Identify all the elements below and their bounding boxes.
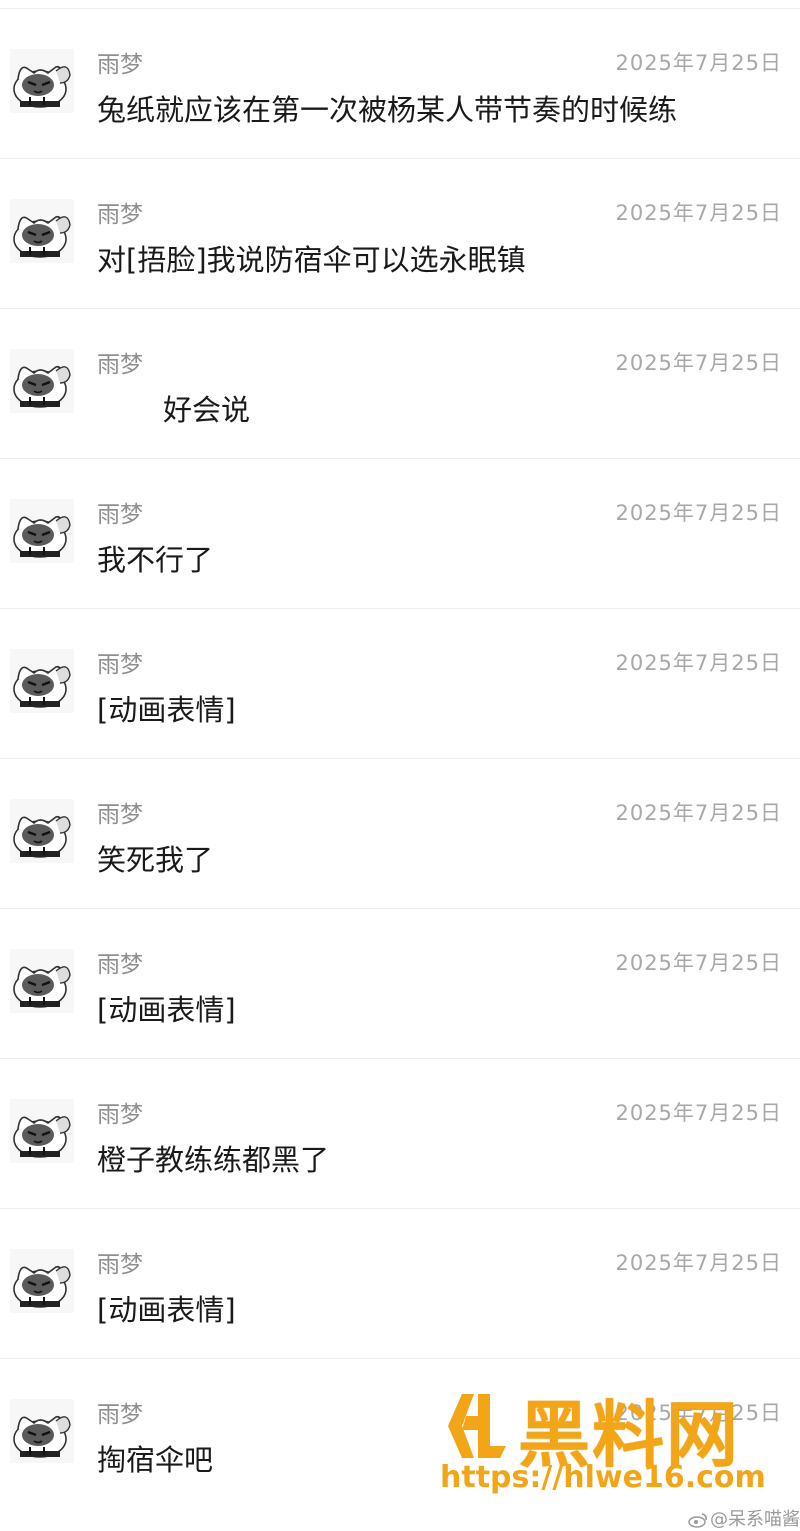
message-date: 2025年7月25日	[615, 1101, 782, 1125]
list-item[interactable]: 雨梦 2025年7月25日 [动画表情]	[0, 1208, 800, 1358]
watermark-url: https://hlwe16.com	[440, 1460, 766, 1495]
sender-name: 雨梦	[97, 802, 143, 828]
message-date: 2025年7月25日	[615, 351, 782, 375]
credit-text: @呆系喵酱	[710, 1509, 800, 1530]
cat-avatar-icon[interactable]	[10, 1249, 74, 1313]
sender-name: 雨梦	[97, 952, 143, 978]
message-text: 掏宿伞吧	[97, 1443, 214, 1477]
cat-avatar-icon[interactable]	[10, 49, 74, 113]
message-date: 2025年7月25日	[615, 51, 782, 75]
cat-avatar-icon[interactable]	[10, 499, 74, 563]
sender-name: 雨梦	[97, 52, 143, 78]
list-item[interactable]: 雨梦 2025年7月25日 好会说	[0, 308, 800, 458]
list-item[interactable]: 雨梦 2025年7月25日 橙子教练练都黑了	[0, 1058, 800, 1208]
message-text: 我不行了	[97, 543, 214, 577]
sender-name: 雨梦	[97, 1252, 143, 1278]
list-item[interactable]: 雨梦 2025年7月25日 [动画表情]	[0, 908, 800, 1058]
cat-avatar-icon[interactable]	[10, 349, 74, 413]
cat-avatar-icon[interactable]	[10, 799, 74, 863]
cat-avatar-icon[interactable]	[10, 949, 74, 1013]
sender-name: 雨梦	[97, 352, 143, 378]
message-text: 兔纸就应该在第一次被杨某人带节奏的时候练	[97, 93, 678, 127]
message-text: 笑死我了	[97, 843, 214, 877]
sender-name: 雨梦	[97, 202, 143, 228]
message-date: 2025年7月25日	[615, 801, 782, 825]
message-text: [动画表情]	[97, 993, 236, 1027]
weibo-credit: @呆系喵酱	[688, 1505, 800, 1531]
list-item[interactable]: 雨梦 2025年7月25日 兔纸就应该在第一次被杨某人带节奏的时候练	[0, 8, 800, 158]
message-date: 2025年7月25日	[615, 201, 782, 225]
message-text: 好会说	[163, 393, 251, 427]
watermark: 黑料网 https://hlwe16.com	[438, 1382, 778, 1502]
sender-name: 雨梦	[97, 502, 143, 528]
list-item[interactable]: 雨梦 2025年7月25日 我不行了	[0, 458, 800, 608]
message-text: 对[捂脸]我说防宿伞可以选永眠镇	[97, 243, 526, 277]
message-text: [动画表情]	[97, 693, 236, 727]
cat-avatar-icon[interactable]	[10, 649, 74, 713]
message-date: 2025年7月25日	[615, 951, 782, 975]
sender-name: 雨梦	[97, 1402, 143, 1428]
list-item[interactable]: 雨梦 2025年7月25日 对[捂脸]我说防宿伞可以选永眠镇	[0, 158, 800, 308]
cat-avatar-icon[interactable]	[10, 199, 74, 263]
cat-avatar-icon[interactable]	[10, 1099, 74, 1163]
sender-name: 雨梦	[97, 1102, 143, 1128]
message-text: [动画表情]	[97, 1293, 236, 1327]
list-item[interactable]: 雨梦 2025年7月25日 笑死我了	[0, 758, 800, 908]
sender-name: 雨梦	[97, 652, 143, 678]
message-text: 橙子教练练都黑了	[97, 1143, 330, 1177]
list-item[interactable]: 雨梦 2025年7月25日 [动画表情]	[0, 608, 800, 758]
message-date: 2025年7月25日	[615, 651, 782, 675]
weibo-icon	[688, 1513, 707, 1528]
message-date: 2025年7月25日	[615, 501, 782, 525]
hl-logo-icon	[448, 1394, 506, 1458]
message-date: 2025年7月25日	[615, 1251, 782, 1275]
cat-avatar-icon[interactable]	[10, 1399, 74, 1463]
